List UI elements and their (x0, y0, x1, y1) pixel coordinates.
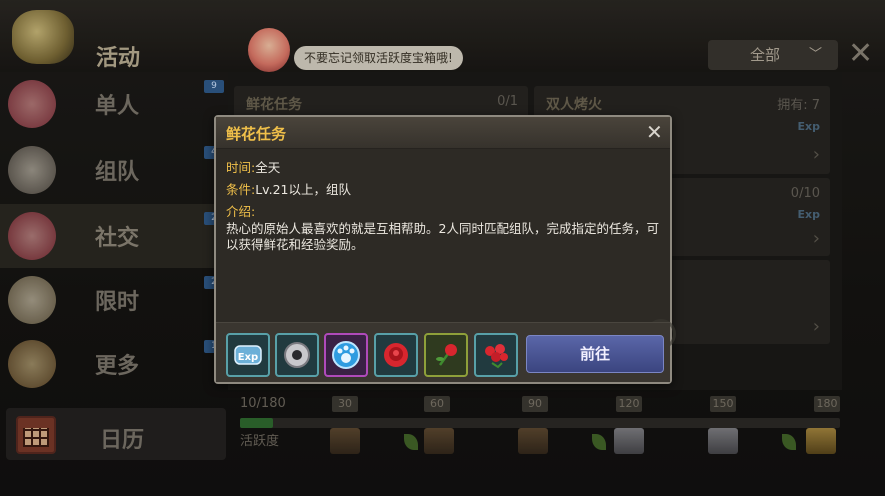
dialog-title: 鲜花任务 (226, 125, 287, 143)
time-value: 全天 (255, 160, 281, 175)
close-icon[interactable]: ✕ (646, 120, 663, 144)
activity-screen: 活动 不要忘记领取活跃度宝箱哦! 全部 ﹀ ✕ 单人 9 组队 4 社交 2 限… (0, 0, 885, 496)
condition-value: Lv.21以上，组队 (255, 182, 351, 197)
reward-rose[interactable] (374, 333, 418, 377)
gear-nut-icon (284, 342, 310, 368)
intro-key: 介绍: (226, 204, 256, 219)
dialog-body: 时间:全天 条件:Lv.21以上，组队 介绍: 热心的原始人最喜欢的就是互相帮助… (216, 149, 676, 349)
time-row: 时间:全天 (226, 157, 280, 176)
reward-rose-bouquet[interactable] (474, 333, 518, 377)
condition-row: 条件:Lv.21以上，组队 (226, 179, 351, 198)
svg-text:Exp: Exp (238, 352, 258, 363)
dialog-footer: Exp 前往 (216, 322, 670, 382)
reward-paw-token[interactable] (324, 333, 368, 377)
rose-bouquet-icon (485, 344, 508, 369)
rose-stem-icon (436, 344, 457, 366)
condition-key: 条件: (226, 182, 256, 197)
reward-rose-stem[interactable] (424, 333, 468, 377)
paw-token-icon (332, 341, 360, 369)
go-button[interactable]: 前往 (526, 335, 664, 373)
exp-icon: Exp (234, 345, 262, 365)
intro-text: 热心的原始人最喜欢的就是互相帮助。2人同时匹配组队，完成指定的任务，可以获得鲜花… (226, 221, 659, 252)
task-detail-dialog: 鲜花任务 ✕ 时间:全天 条件:Lv.21以上，组队 介绍: 热心的原始人最喜欢… (214, 115, 676, 384)
dialog-header: 鲜花任务 ✕ (216, 117, 670, 149)
intro-row: 介绍: (226, 201, 255, 220)
reward-exp[interactable]: Exp (226, 333, 270, 377)
time-key: 时间: (226, 160, 256, 175)
reward-gear-nut[interactable] (275, 333, 319, 377)
rose-icon (384, 343, 408, 367)
